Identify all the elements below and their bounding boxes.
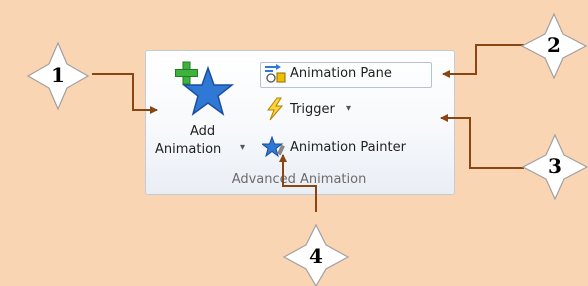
callout-1-number: 1 bbox=[51, 63, 65, 87]
callout-1-arrow bbox=[92, 73, 158, 114]
callout-overlay bbox=[26, 12, 588, 286]
callout-3-arrow bbox=[440, 114, 524, 169]
callout-2-arrow bbox=[442, 44, 524, 78]
callout-4-number: 4 bbox=[309, 244, 323, 268]
callout-4-arrow bbox=[279, 154, 317, 212]
callout-3-number: 3 bbox=[548, 154, 562, 178]
callout-2-number: 2 bbox=[547, 33, 561, 57]
